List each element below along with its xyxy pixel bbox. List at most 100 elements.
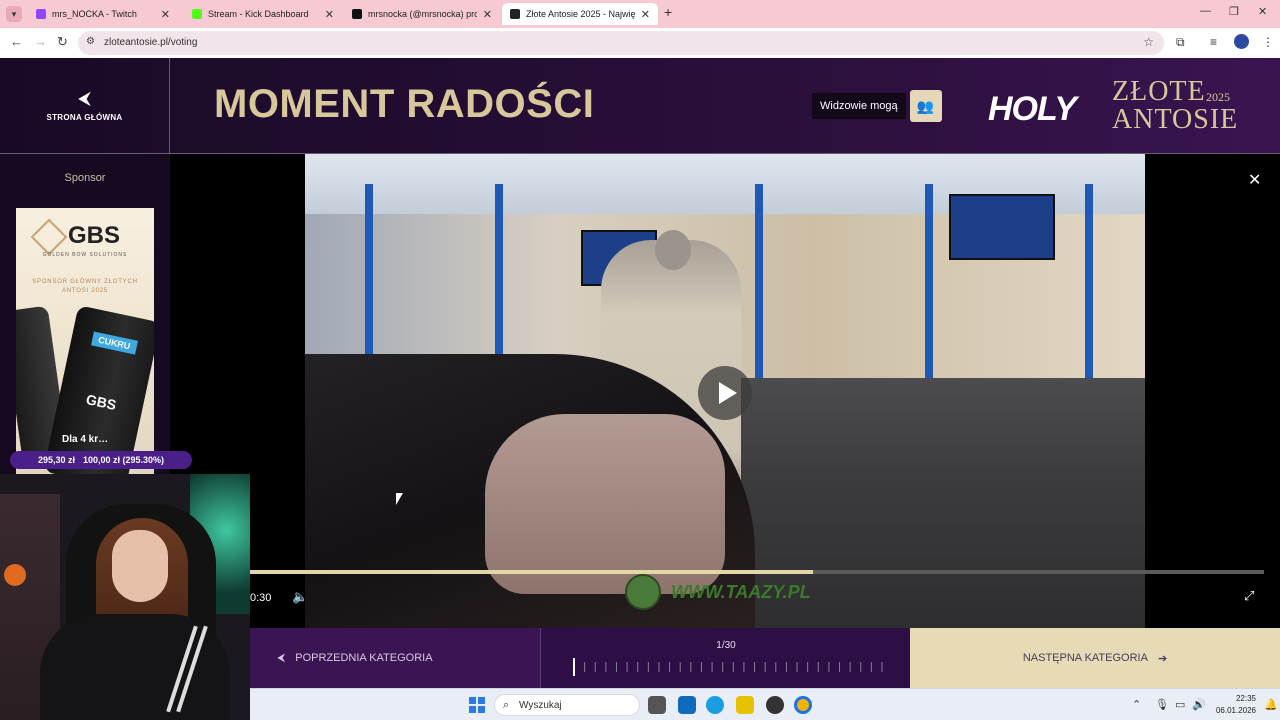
url-text[interactable]: zloteantosie.pl/voting bbox=[104, 37, 197, 48]
search-icon: ⌕ bbox=[503, 699, 510, 711]
new-tab-plus-icon[interactable]: + bbox=[664, 4, 672, 20]
tray-chevron-up-icon[interactable]: ⌃ bbox=[1132, 698, 1141, 711]
notifications-bell-icon[interactable]: 🔔 bbox=[1264, 698, 1278, 711]
scene-pillar bbox=[925, 184, 933, 394]
network-icon[interactable]: ▭ bbox=[1175, 698, 1185, 711]
speaker-icon[interactable]: 🔊 bbox=[1192, 698, 1206, 711]
taskbar-search[interactable]: ⌕ Wyszukaj bbox=[494, 694, 640, 716]
tab-title: mrsnocka (@mrsnocka) prowa… bbox=[368, 9, 477, 19]
logo-year: 2025 bbox=[1206, 90, 1230, 104]
profile-avatar[interactable] bbox=[1234, 34, 1249, 49]
tab-zlote-antosie[interactable]: Złote Antosie 2025 - Największ… ✕ bbox=[502, 3, 658, 25]
restore-icon[interactable]: ❐ bbox=[1229, 5, 1239, 18]
webcam-face bbox=[112, 530, 168, 602]
chrome-icon[interactable] bbox=[794, 696, 812, 714]
sticky-notes-icon[interactable] bbox=[736, 696, 754, 714]
progress-fill bbox=[250, 570, 813, 574]
donation-amount: 295,30 zł bbox=[37, 455, 75, 465]
close-icon[interactable]: ✕ bbox=[161, 8, 170, 21]
clock-date: 06.01.2026 bbox=[1215, 706, 1256, 715]
sponsor-ad[interactable]: GBS GOLDEN BOW SOLUTIONS SPONSOR GŁÓWNY … bbox=[16, 208, 154, 476]
tab-twitch[interactable]: mrs_NOCKA - Twitch ✕ bbox=[28, 3, 178, 25]
tab-kick[interactable]: Stream - Kick Dashboard ✕ bbox=[184, 3, 342, 25]
play-icon bbox=[719, 382, 737, 404]
category-title: MOMENT RADOŚCI bbox=[214, 82, 595, 126]
forward-arrow-icon[interactable]: → bbox=[34, 34, 47, 49]
omnibox[interactable]: ⚙ zloteantosie.pl/voting ☆ bbox=[78, 31, 1164, 55]
donation-goal-bar: 295,30 zł 100,00 zł (295.30%) bbox=[10, 451, 192, 469]
bookmark-star-icon[interactable]: ☆ bbox=[1143, 35, 1154, 49]
ad-brand: GBS bbox=[68, 222, 121, 249]
event-logo: HOLY ZŁOTE 2025 ANTOSIE bbox=[986, 76, 1246, 136]
minimize-icon[interactable]: — bbox=[1200, 5, 1211, 17]
mouse-cursor-icon bbox=[396, 493, 403, 505]
video-frame[interactable]: WWW.TAAZY.PL bbox=[305, 154, 1145, 628]
ad-tagline: SPONSOR GŁÓWNY ZŁOTYCH ANTOSI 2025 bbox=[32, 279, 138, 294]
windows-taskbar: ⌕ Wyszukaj ⌃ 🎙 ▭ 🔊 22:35 06.01.2026 🔔 bbox=[250, 688, 1280, 720]
ad-brand-sub: GOLDEN BOW SOLUTIONS bbox=[42, 252, 128, 258]
video-progress-bar[interactable] bbox=[250, 570, 1264, 574]
scene-pillar bbox=[755, 184, 763, 394]
category-ticks bbox=[573, 658, 883, 676]
reload-icon[interactable]: ↻ bbox=[57, 34, 68, 50]
donation-goal: 100,00 zł (295.30%) bbox=[82, 455, 165, 465]
close-icon[interactable]: ✕ bbox=[1248, 170, 1261, 190]
streamer-webcam bbox=[0, 474, 250, 720]
category-counter: 1/30 bbox=[540, 628, 910, 688]
tiktok-favicon-icon bbox=[352, 9, 362, 19]
close-icon[interactable]: ✕ bbox=[483, 8, 492, 21]
ad-caption: Dla 4 kr… bbox=[62, 434, 109, 445]
search-placeholder: Wyszukaj bbox=[519, 700, 562, 711]
close-icon[interactable]: ✕ bbox=[641, 8, 650, 21]
tab-title: mrs_NOCKA - Twitch bbox=[52, 9, 137, 19]
logo-brand: HOLY bbox=[988, 90, 1077, 128]
play-button[interactable] bbox=[698, 366, 752, 420]
viewers-can-vote[interactable]: Widzowie mogą 👥 bbox=[812, 90, 942, 122]
scene-monitor bbox=[949, 194, 1055, 260]
next-category-button[interactable]: NASTĘPNA KATEGORIA ➔ bbox=[910, 628, 1280, 688]
home-link[interactable]: ⮜ STRONA GŁÓWNA bbox=[0, 58, 170, 154]
tab-title: Stream - Kick Dashboard bbox=[208, 9, 309, 19]
file-explorer-icon[interactable] bbox=[648, 696, 666, 714]
watermark-text: WWW.TAAZY.PL bbox=[671, 581, 811, 602]
start-tile bbox=[478, 706, 485, 713]
category-navigation: ⮜ POPRZEDNIA KATEGORIA 1/30 NASTĘPNA KAT… bbox=[170, 628, 1280, 688]
users-group-icon[interactable]: 👥 bbox=[909, 90, 942, 122]
volume-icon[interactable]: 🔈 bbox=[292, 589, 308, 605]
obs-icon[interactable] bbox=[766, 696, 784, 714]
tab-tiktok[interactable]: mrsnocka (@mrsnocka) prowa… ✕ bbox=[344, 3, 500, 25]
logo-line2: ANTOSIE bbox=[1112, 104, 1239, 135]
start-tile bbox=[469, 697, 476, 704]
clock-time: 22:35 bbox=[1235, 694, 1256, 703]
site-info-icon[interactable]: ⚙ bbox=[86, 36, 95, 47]
home-label: STRONA GŁÓWNA bbox=[46, 113, 123, 122]
microphone-icon[interactable]: 🎙 bbox=[1155, 698, 1169, 711]
gbs-diamond-icon bbox=[30, 218, 68, 256]
start-tile bbox=[478, 697, 485, 704]
start-tile bbox=[469, 706, 476, 713]
tab-title: Złote Antosie 2025 - Największ… bbox=[526, 9, 635, 19]
video-player[interactable]: WWW.TAAZY.PL ✕ 0:30 🔈 ⤢ bbox=[170, 154, 1280, 628]
system-clock[interactable]: 22:35 06.01.2026 bbox=[1212, 693, 1256, 717]
sponsor-label: Sponsor bbox=[64, 172, 106, 184]
extensions-puzzle-icon[interactable]: ⧉ bbox=[1176, 35, 1185, 50]
edge-icon[interactable] bbox=[706, 696, 724, 714]
window-close-icon[interactable]: ✕ bbox=[1258, 5, 1267, 18]
back-arrow-icon: ⮜ bbox=[78, 88, 91, 108]
video-watermark: WWW.TAAZY.PL bbox=[625, 574, 811, 610]
arrow-right-icon: ➔ bbox=[1157, 652, 1168, 665]
scene-pillar bbox=[1085, 184, 1093, 394]
scene-hand bbox=[485, 414, 725, 594]
address-bar-row: ← → ↻ ⚙ zloteantosie.pl/voting ☆ ⧉ ≡ ⋮ bbox=[0, 28, 1280, 58]
tab-search-menu[interactable]: ▾ bbox=[6, 6, 22, 22]
back-arrow-icon[interactable]: ← bbox=[10, 34, 23, 49]
fullscreen-icon[interactable]: ⤢ bbox=[1244, 588, 1254, 604]
windows-start-icon[interactable] bbox=[469, 697, 485, 713]
media-controls-icon[interactable]: ≡ bbox=[1210, 35, 1217, 49]
video-timecode: 0:30 bbox=[250, 592, 272, 604]
twitch-favicon-icon bbox=[36, 9, 46, 19]
outlook-icon[interactable] bbox=[678, 696, 696, 714]
close-icon[interactable]: ✕ bbox=[325, 8, 334, 21]
category-counter-text: 1/30 bbox=[716, 640, 736, 651]
more-menu-icon[interactable]: ⋮ bbox=[1262, 35, 1274, 49]
